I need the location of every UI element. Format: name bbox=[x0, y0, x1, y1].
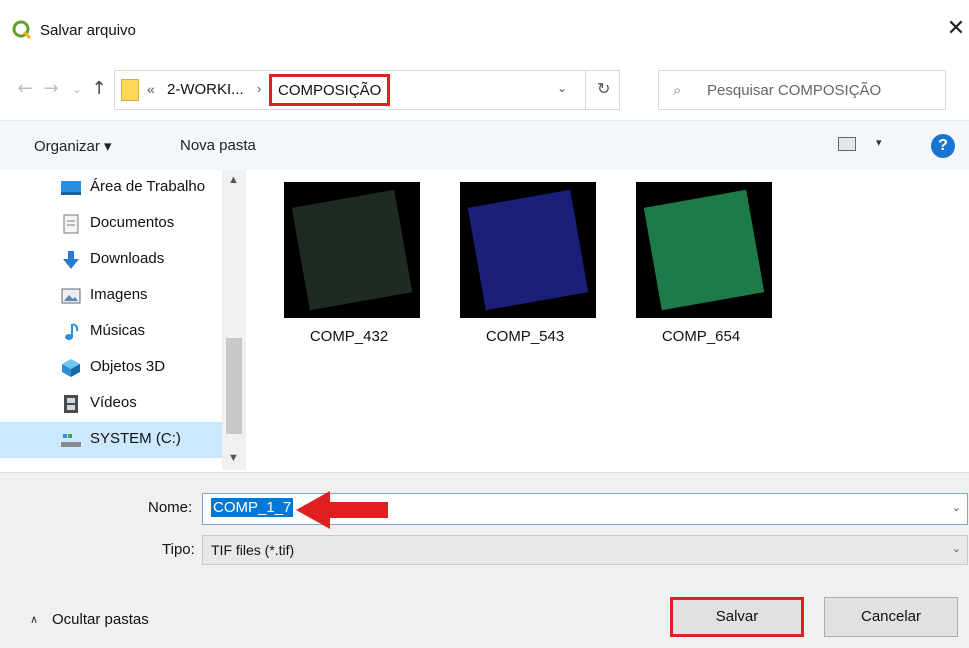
downloads-icon bbox=[63, 251, 79, 269]
breadcrumb-parent[interactable]: 2-WORKI... bbox=[167, 81, 244, 98]
sidebar-item-pictures[interactable]: Imagens bbox=[0, 278, 222, 314]
view-options-icon[interactable] bbox=[838, 137, 856, 151]
help-icon[interactable]: ? bbox=[931, 134, 955, 158]
scroll-thumb[interactable] bbox=[226, 338, 242, 434]
divider bbox=[585, 71, 586, 109]
sidebar-item-label: Objetos 3D bbox=[90, 358, 166, 375]
sidebar-item-label: Músicas bbox=[90, 322, 146, 339]
music-icon bbox=[65, 323, 79, 340]
documents-icon bbox=[63, 214, 79, 234]
folder-icon bbox=[121, 79, 139, 101]
file-list: COMP_432 COMP_543 COMP_654 bbox=[246, 170, 969, 470]
file-thumbnail bbox=[636, 182, 772, 318]
sidebar-item-label: Vídeos bbox=[90, 394, 137, 411]
sidebar-item-3d-objects[interactable]: Objetos 3D bbox=[0, 350, 222, 386]
address-bar[interactable]: « 2-WORKI... › COMPOSIÇÃO ⌄ ↻ bbox=[114, 70, 620, 110]
refresh-icon[interactable]: ↻ bbox=[597, 79, 610, 98]
file-name: COMP_432 bbox=[309, 328, 389, 345]
sidebar-item-label: Documentos bbox=[90, 214, 175, 231]
pictures-icon bbox=[61, 288, 81, 304]
filename-dropdown-icon[interactable]: ⌄ bbox=[952, 501, 961, 514]
sidebar-item-desktop[interactable]: Área de Trabalho bbox=[0, 170, 222, 206]
file-item[interactable]: COMP_432 bbox=[274, 182, 424, 362]
command-toolbar: Organizar ▾ Nova pasta ▾ ? bbox=[0, 120, 969, 170]
scroll-down-icon[interactable]: ▼ bbox=[228, 452, 239, 464]
file-name: COMP_654 bbox=[661, 328, 741, 345]
file-item[interactable]: COMP_654 bbox=[626, 182, 776, 362]
sidebar-item-downloads[interactable]: Downloads bbox=[0, 242, 222, 278]
drive-icon bbox=[61, 434, 81, 447]
view-dropdown-icon[interactable]: ▾ bbox=[876, 136, 882, 149]
breadcrumb-current[interactable]: COMPOSIÇÃO bbox=[269, 74, 391, 106]
red-arrow-annotation-icon bbox=[296, 491, 388, 529]
save-form: Nome: COMP_1_7 ⌄ Tipo: TIF files (*.tif)… bbox=[0, 472, 969, 648]
filetype-value: TIF files (*.tif) bbox=[211, 542, 295, 558]
sidebar-item-documents[interactable]: Documentos bbox=[0, 206, 222, 242]
forward-arrow-icon[interactable]: → bbox=[40, 76, 62, 102]
file-thumbnail bbox=[284, 182, 420, 318]
sidebar-item-label: Downloads bbox=[90, 250, 165, 267]
search-icon: ⌕ bbox=[673, 81, 682, 99]
address-dropdown-icon[interactable]: ⌄ bbox=[557, 81, 567, 95]
cancel-button[interactable]: Cancelar bbox=[824, 597, 958, 637]
sidebar-scrollbar[interactable]: ▲ ▼ bbox=[222, 170, 246, 470]
file-thumbnail bbox=[460, 182, 596, 318]
file-name: COMP_543 bbox=[485, 328, 565, 345]
qgis-logo-icon bbox=[12, 20, 32, 40]
back-arrow-icon[interactable]: ← bbox=[14, 76, 36, 102]
videos-icon bbox=[64, 395, 78, 413]
search-placeholder: Pesquisar COMPOSIÇÃO bbox=[707, 82, 882, 99]
up-arrow-icon[interactable]: ↑ bbox=[88, 76, 110, 102]
title-bar: Salvar arquivo ✕ bbox=[0, 0, 969, 62]
new-folder-button[interactable]: Nova pasta bbox=[180, 137, 256, 154]
filename-selected-text[interactable]: COMP_1_7 bbox=[211, 498, 294, 517]
navigation-bar: ← → ⌄ ↑ « 2-WORKI... › COMPOSIÇÃO ⌄ ↻ ⌕ … bbox=[0, 62, 969, 118]
sidebar-item-system-drive[interactable]: SYSTEM (C:) bbox=[0, 422, 222, 458]
recent-locations-chevron-icon[interactable]: ⌄ bbox=[66, 76, 88, 102]
filetype-dropdown-icon[interactable]: ⌄ bbox=[952, 542, 961, 555]
hide-folders-button[interactable]: Ocultar pastas bbox=[52, 611, 149, 628]
navigation-pane: Área de Trabalho Documentos Downloads Im… bbox=[0, 170, 246, 470]
objects-3d-icon bbox=[62, 359, 80, 377]
sidebar-item-videos[interactable]: Vídeos bbox=[0, 386, 222, 422]
file-item[interactable]: COMP_543 bbox=[450, 182, 600, 362]
sidebar-item-label: Imagens bbox=[90, 286, 148, 303]
sidebar-item-music[interactable]: Músicas bbox=[0, 314, 222, 350]
filetype-select[interactable]: TIF files (*.tif) ⌄ bbox=[202, 535, 968, 565]
desktop-icon bbox=[61, 181, 81, 195]
filetype-label: Tipo: bbox=[162, 541, 195, 558]
window-title: Salvar arquivo bbox=[40, 22, 136, 39]
breadcrumb-separator-icon[interactable]: › bbox=[257, 81, 261, 96]
filename-label: Nome: bbox=[148, 499, 193, 516]
chevron-up-icon[interactable]: ∧ bbox=[30, 613, 38, 626]
organize-button[interactable]: Organizar ▾ bbox=[34, 137, 112, 155]
sidebar-item-label: Área de Trabalho bbox=[90, 178, 206, 195]
cancel-button-label: Cancelar bbox=[860, 608, 922, 625]
breadcrumb-overflow-icon[interactable]: « bbox=[147, 81, 155, 97]
search-input[interactable]: ⌕ Pesquisar COMPOSIÇÃO bbox=[658, 70, 946, 110]
sidebar-item-label: SYSTEM (C:) bbox=[90, 430, 181, 447]
scroll-up-icon[interactable]: ▲ bbox=[228, 174, 239, 186]
save-button[interactable]: Salvar bbox=[670, 597, 804, 637]
save-button-label: Salvar bbox=[715, 608, 759, 625]
close-icon[interactable]: ✕ bbox=[944, 16, 968, 42]
